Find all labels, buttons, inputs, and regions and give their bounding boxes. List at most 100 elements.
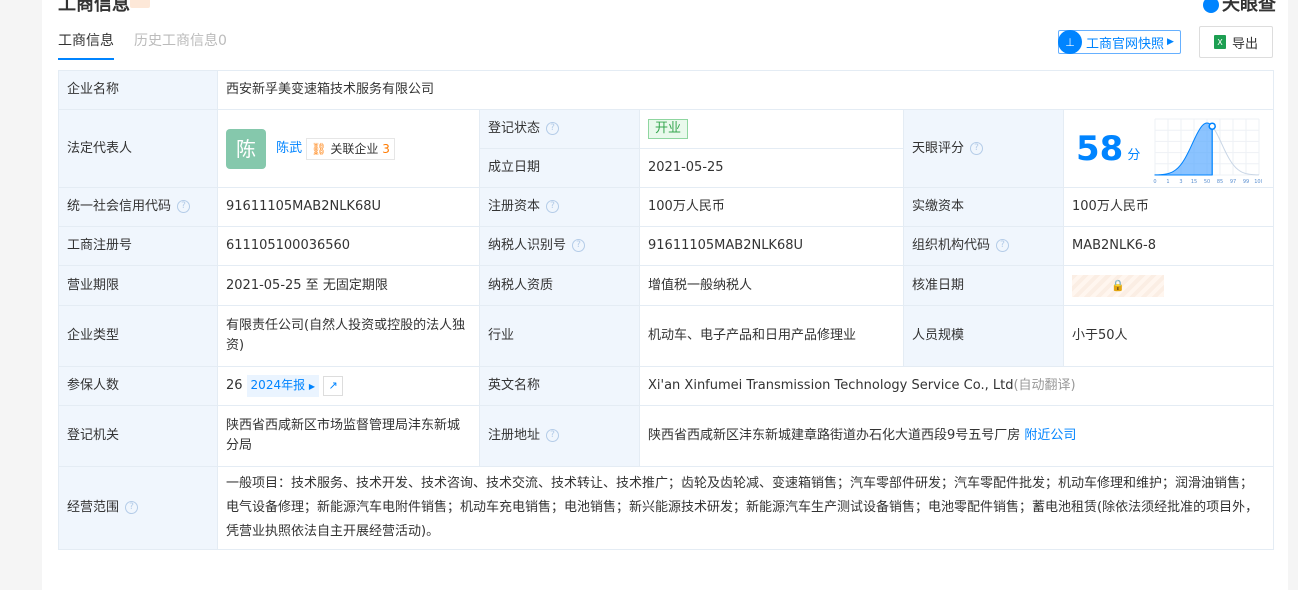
score-area — [1154, 121, 1214, 175]
legal-rep-link[interactable]: 陈武 — [276, 141, 302, 156]
reg-status-label: 登记状态? — [479, 109, 640, 149]
scope-label-text: 经营范围 — [67, 500, 120, 515]
reg-no: 611105100036560 — [217, 226, 480, 266]
tick-label: 85 — [1217, 179, 1223, 183]
company-name: 西安新孚美变速箱技术服务有限公司 — [216, 70, 1275, 110]
en-name-cell: Xi'an Xinfumei Transmission Technology S… — [638, 366, 1275, 406]
found-date: 2021-05-25 — [639, 148, 904, 188]
staff-label: 人员规模 — [903, 305, 1064, 367]
score-value: 58 — [1076, 128, 1124, 169]
company-name-label: 企业名称 — [58, 70, 218, 110]
taxpayer-id-label: 纳税人识别号? — [479, 226, 640, 266]
industry: 机动车、电子产品和日用产品修理业 — [639, 305, 904, 367]
help-icon[interactable]: ? — [970, 141, 984, 155]
type: 有限责任公司(自然人投资或控股的法人独资) — [217, 305, 480, 367]
annual-report-link[interactable]: 2024年报 ▶ — [246, 375, 320, 397]
score-distribution-chart: 0 1 3 15 50 85 97 99 100 — [1154, 118, 1263, 183]
score-unit: 分 — [1127, 147, 1141, 163]
help-icon[interactable]: ? — [125, 501, 139, 514]
tick-label: 0 — [1154, 179, 1157, 183]
scrollbar-track[interactable] — [1288, 0, 1298, 590]
tick-label: 97 — [1230, 179, 1236, 183]
stamp-icon: ⊥ — [1058, 30, 1082, 54]
tick-label: 3 — [1180, 179, 1183, 183]
tianyancha-logo: 天眼查 — [1203, 0, 1276, 16]
help-icon[interactable]: ? — [546, 429, 560, 442]
credit-code-label-text: 统一社会信用代码 — [67, 199, 172, 214]
excel-icon: X — [1213, 35, 1226, 49]
scope: 一般项目：技术服务、技术开发、技术咨询、技术交流、技术转让、技术推广；齿轮及齿轮… — [216, 466, 1275, 550]
business-info-panel: 工商信息 天眼查 工商信息 历史工商信息0 ⊥ 工商官网快照 ▶ X 导出 企业名称 … — [42, 0, 1288, 590]
lock-icon[interactable]: 🔒 — [1072, 274, 1164, 297]
business-info-table: 企业名称 西安新孚美变速箱技术服务有限公司 法定代表人 陈 陈武 ⛓ 关联企业 … — [58, 70, 1275, 550]
avatar[interactable]: 陈 — [226, 128, 266, 169]
annual-report-label: 2024年报 — [250, 378, 306, 392]
help-icon[interactable]: ? — [546, 200, 560, 213]
found-date-label: 成立日期 — [479, 148, 640, 188]
section-badge — [130, 0, 150, 8]
status-badge: 开业 — [648, 119, 689, 139]
en-name: Xi'an Xinfumei Transmission Technology S… — [648, 378, 1014, 393]
reg-capital: 100万人民币 — [639, 187, 904, 227]
tab-business-info[interactable]: 工商信息 — [58, 30, 114, 60]
snapshot-label: 工商官网快照 — [1086, 36, 1165, 52]
insured-label: 参保人数 — [58, 366, 218, 406]
logo-text: 天眼查 — [1222, 0, 1276, 15]
help-icon[interactable]: ? — [177, 200, 191, 213]
trend-chart-icon[interactable]: ↗ — [323, 375, 344, 396]
address-cell: 陕西省西咸新区沣东新城建章路街道办石化大道西段9号五号厂房 附近公司 — [638, 405, 1275, 467]
tick-label: 1 — [1167, 179, 1170, 183]
en-name-label: 英文名称 — [479, 366, 640, 406]
caret-right-icon: ▶ — [308, 382, 316, 391]
tick-label: 50 — [1204, 179, 1210, 183]
taxpayer-qual: 增值税一般纳税人 — [639, 265, 904, 306]
related-label: 关联企业 — [330, 141, 379, 156]
reg-no-label: 工商注册号 — [58, 226, 218, 266]
credit-code-label: 统一社会信用代码? — [58, 187, 218, 227]
term-label: 营业期限 — [58, 265, 218, 306]
reg-capital-label: 注册资本? — [479, 187, 640, 227]
authority: 陕西省西咸新区市场监督管理局沣东新城分局 — [217, 405, 480, 467]
org-code: MAB2NLK6-8 — [1062, 226, 1275, 266]
network-icon: ⛓ — [311, 141, 327, 156]
insured-cell: 26 2024年报 ▶ ↗ — [217, 366, 480, 406]
approve-date-cell: 🔒 — [1062, 265, 1275, 306]
approve-date-label: 核准日期 — [903, 265, 1064, 306]
tick-label: 100 — [1255, 179, 1263, 183]
reg-capital-label-text: 注册资本 — [488, 199, 541, 214]
paid-capital: 100万人民币 — [1062, 187, 1275, 227]
score-label: 天眼评分? — [903, 109, 1064, 188]
tick-label: 99 — [1243, 179, 1249, 183]
taxpayer-id: 91611105MAB2NLK68U — [639, 226, 904, 266]
org-code-label: 组织机构代码? — [903, 226, 1064, 266]
paid-capital-label: 实缴资本 — [903, 187, 1064, 227]
export-button[interactable]: X 导出 — [1199, 26, 1273, 58]
logo-icon — [1203, 0, 1219, 13]
credit-code: 91611105MAB2NLK68U — [217, 187, 480, 227]
reg-status-label-text: 登记状态 — [488, 121, 541, 136]
official-snapshot-button[interactable]: ⊥ 工商官网快照 ▶ — [1058, 30, 1181, 54]
authority-label: 登记机关 — [58, 405, 218, 467]
nearby-companies-link[interactable]: 附近公司 — [1024, 428, 1076, 443]
address: 陕西省西咸新区沣东新城建章路街道办石化大道西段9号五号厂房 — [648, 428, 1021, 443]
help-icon[interactable]: ? — [572, 239, 586, 252]
insured-count: 26 — [226, 378, 243, 393]
caret-right-icon: ▶ — [1167, 37, 1174, 47]
score-cell[interactable]: 58分 0 1 3 15 50 85 97 99 100 — [1062, 109, 1275, 188]
tick-label: 15 — [1191, 179, 1197, 183]
address-label: 注册地址? — [479, 405, 640, 467]
help-icon[interactable]: ? — [546, 122, 560, 135]
legal-rep-label: 法定代表人 — [58, 109, 218, 188]
tab-history-business-info[interactable]: 历史工商信息0 — [134, 30, 227, 60]
score-marker — [1208, 121, 1217, 130]
related-count: 3 — [382, 141, 390, 156]
taxpayer-id-label-text: 纳税人识别号 — [488, 238, 567, 253]
related-companies-button[interactable]: ⛓ 关联企业 3 — [306, 137, 395, 160]
section-title: 工商信息 — [58, 0, 130, 15]
type-label: 企业类型 — [58, 305, 218, 367]
address-label-text: 注册地址 — [488, 428, 541, 443]
reg-status-cell: 开业 — [639, 109, 904, 149]
tabs: 工商信息 历史工商信息0 — [58, 30, 227, 60]
legal-rep-cell: 陈 陈武 ⛓ 关联企业 3 — [217, 109, 480, 188]
help-icon[interactable]: ? — [996, 239, 1010, 252]
